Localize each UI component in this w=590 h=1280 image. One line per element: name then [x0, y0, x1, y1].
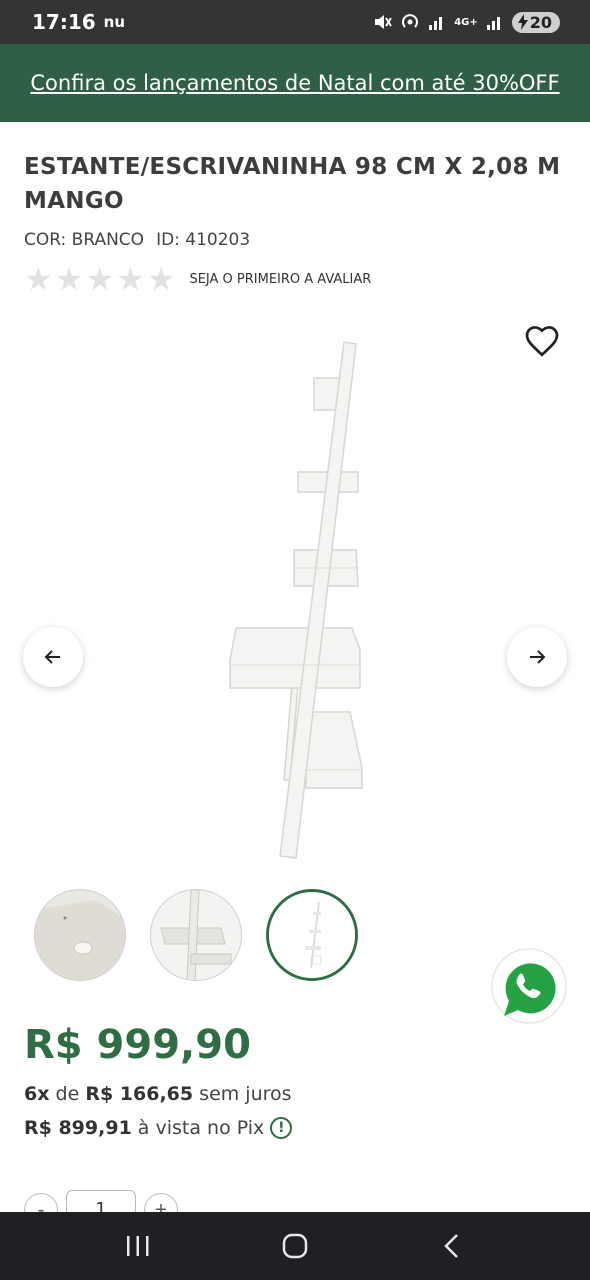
system-navigation-bar	[0, 1212, 590, 1280]
mute-icon	[375, 15, 393, 29]
info-icon[interactable]: !	[270, 1117, 293, 1139]
product-id: ID: 410203	[156, 230, 251, 250]
signal-icon	[486, 17, 500, 30]
product-title: ESTANTE/ESCRIVANINHA 98 CM X 2,08 M MANG…	[24, 154, 561, 214]
hotspot-icon	[402, 14, 419, 28]
battery-indicator: 20	[511, 11, 560, 33]
thumbnail-image	[35, 890, 125, 980]
product-meta: COR: BRANCO ID: 410203	[24, 230, 250, 250]
gallery-prev-button[interactable]	[23, 627, 83, 687]
back-button[interactable]	[432, 1226, 472, 1266]
promo-link[interactable]: Confira os lançamentos de Natal com até …	[30, 71, 559, 95]
star-icon: ★	[54, 261, 84, 297]
product-color: COR: BRANCO	[24, 230, 145, 250]
back-icon	[443, 1234, 458, 1258]
star-icon: ★	[116, 261, 145, 297]
nubank-notification-icon: nu	[103, 13, 126, 31]
thumbnail-2[interactable]	[150, 889, 242, 981]
battery-level: 20	[529, 12, 552, 32]
recents-button[interactable]	[118, 1226, 158, 1266]
rating-stars: ★ ★ ★ ★ ★	[24, 263, 175, 295]
installments-de: de	[55, 1083, 80, 1105]
star-icon: ★	[85, 261, 115, 297]
product-image	[229, 341, 363, 859]
installments-info: 6x de R$ 166,65 sem juros	[24, 1083, 292, 1105]
status-time: 17:16	[32, 10, 96, 34]
status-bar: 17:16 nu 4G+ 20	[0, 0, 590, 44]
pix-value: R$ 899,91	[24, 1117, 132, 1139]
product-image-gallery[interactable]	[0, 310, 590, 875]
thumbnail-image	[269, 892, 355, 978]
pix-suffix: à vista no Pix	[137, 1117, 265, 1139]
star-icon: ★	[24, 261, 53, 297]
network-type: 4G+	[454, 16, 478, 28]
home-icon	[282, 1233, 308, 1259]
thumbnail-3[interactable]	[266, 889, 358, 981]
thumbnail-1[interactable]	[34, 889, 126, 981]
product-price: R$ 999,90	[24, 1022, 251, 1068]
recents-icon	[127, 1236, 149, 1256]
arrow-right-icon	[530, 650, 546, 664]
rating-cta[interactable]: SEJA O PRIMEIRO A AVALIAR	[189, 272, 371, 287]
installments-count: 6x	[24, 1083, 50, 1105]
home-button[interactable]	[275, 1226, 315, 1266]
pix-price-info: R$ 899,91 à vista no Pix !	[24, 1117, 293, 1139]
installments-value: R$ 166,65	[85, 1083, 194, 1105]
star-icon: ★	[146, 261, 176, 297]
whatsapp-icon[interactable]	[490, 948, 568, 1026]
heart-icon[interactable]	[524, 324, 560, 360]
signal-icon	[429, 17, 443, 30]
gallery-next-button[interactable]	[507, 627, 567, 687]
installments-suffix: sem juros	[199, 1083, 292, 1105]
battery-charging-icon	[517, 14, 528, 30]
promo-banner: Confira os lançamentos de Natal com até …	[0, 44, 590, 122]
arrow-left-icon	[44, 650, 60, 664]
status-icons: 4G+ 20	[372, 11, 560, 33]
thumbnail-image	[151, 890, 241, 980]
thumbnail-list	[34, 889, 358, 981]
product-rating[interactable]: ★ ★ ★ ★ ★ SEJA O PRIMEIRO A AVALIAR	[24, 263, 371, 295]
